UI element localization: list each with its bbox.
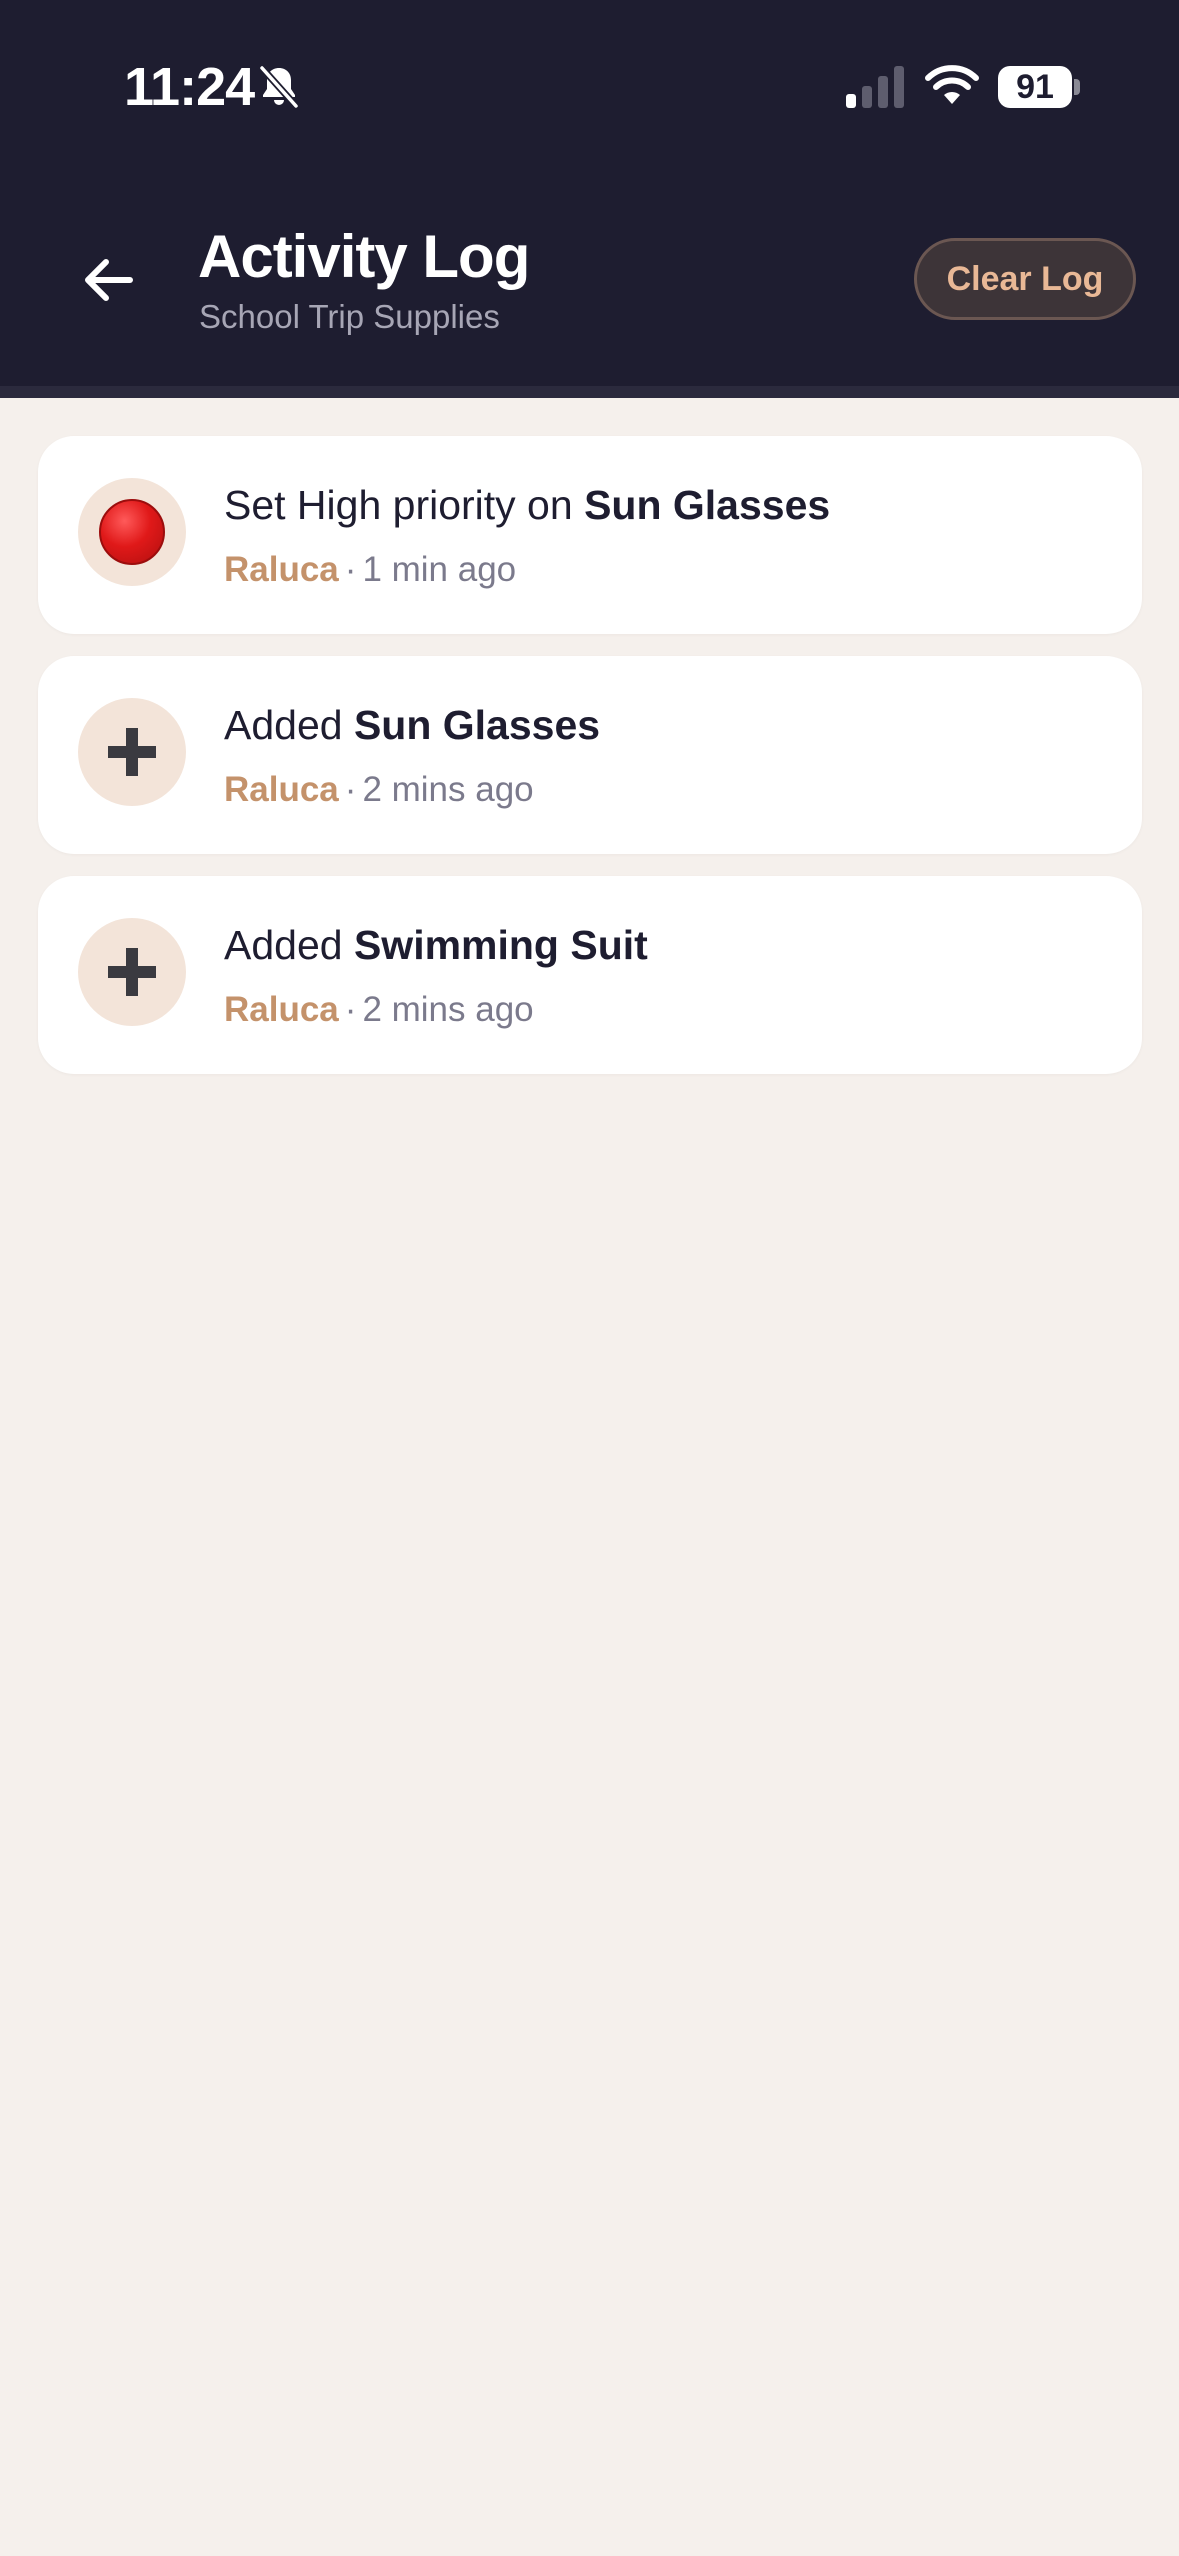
activity-user: Raluca [224,990,339,1029]
activity-action: Added [224,702,354,748]
clear-log-button[interactable]: Clear Log [914,238,1136,320]
battery-tip [1074,79,1080,95]
signal-icon [846,66,904,108]
activity-time: 1 min ago [362,550,517,589]
battery-level: 91 [998,66,1072,108]
activity-icon-badge [78,918,186,1026]
page-subtitle: School Trip Supplies [199,298,500,335]
activity-item-name: Sun Glasses [353,702,601,748]
wifi-icon [925,65,979,104]
activity-item: Set High priority on Sun Glasses Raluca ·… [38,436,1142,634]
meta-separator: · [344,550,357,589]
plus-icon [108,948,156,996]
red-circle-icon [99,499,165,565]
battery-indicator: 91 [998,66,1080,108]
activity-icon-badge [78,698,186,806]
activity-list: Set High priority on Sun Glasses Raluca ·… [38,436,1142,1096]
plus-icon [108,728,156,776]
activity-item-name: Swimming Suit [353,922,648,968]
activity-action: Added [224,922,354,968]
activity-meta: Raluca · 1 min ago [224,550,516,590]
back-button[interactable] [70,242,146,318]
bell-off-icon [259,65,299,109]
activity-meta: Raluca · 2 mins ago [224,990,534,1030]
activity-description: Set High priority on Sun Glasses [224,482,1104,529]
header-divider [0,386,1179,398]
activity-action: Set High priority on [224,482,585,528]
activity-user: Raluca [224,550,339,589]
status-time: 11:24 [124,57,255,117]
meta-separator: · [344,990,357,1029]
activity-meta: Raluca · 2 mins ago [224,770,534,810]
activity-item: Added Swimming Suit Raluca · 2 mins ago [38,876,1142,1074]
activity-time: 2 mins ago [362,770,534,809]
activity-user: Raluca [224,770,339,809]
activity-icon-badge [78,478,186,586]
page-title: Activity Log [198,223,530,290]
activity-time: 2 mins ago [362,990,534,1029]
arrow-left-icon [85,259,133,301]
meta-separator: · [344,770,357,809]
app-header: 11:24 91 Activity Log School Trip Suppli… [0,0,1179,398]
activity-description: Added Sun Glasses [224,702,1104,749]
activity-item-name: Sun Glasses [584,482,831,528]
activity-description: Added Swimming Suit [224,922,1104,969]
activity-item: Added Sun Glasses Raluca · 2 mins ago [38,656,1142,854]
